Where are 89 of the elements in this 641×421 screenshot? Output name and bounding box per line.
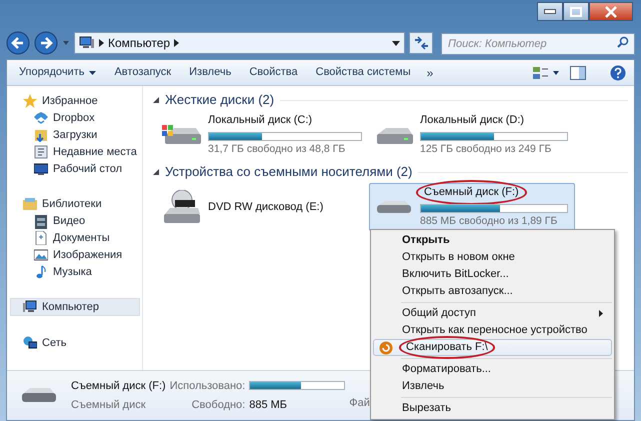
details-label: Использовано: — [170, 378, 246, 394]
sidebar-item[interactable]: Библиотеки — [10, 195, 140, 214]
details-type: Съемный диск — [71, 398, 147, 413]
monitor-icon — [34, 162, 48, 176]
view-options-icon[interactable] — [532, 66, 560, 80]
document-icon — [34, 145, 48, 160]
menu-item[interactable]: Извлечь — [373, 378, 612, 395]
sidebar-item[interactable]: Сеть — [10, 334, 140, 352]
sidebar-item[interactable]: Загрузки — [10, 126, 140, 144]
computer-icon — [23, 300, 37, 314]
menu-item[interactable]: Открыть в новом окне — [373, 249, 612, 266]
drive-name: Локальный диск (D:) — [420, 113, 526, 128]
sidebar-item[interactable]: Изображения — [10, 246, 140, 264]
menu-item[interactable]: Включить BitLocker... — [373, 266, 612, 283]
drive-tile[interactable]: DVD RW дисковод (E:) — [157, 183, 369, 231]
menu-item[interactable]: Вырезать — [373, 400, 612, 417]
more-button[interactable]: » — [420, 64, 440, 82]
search-field[interactable]: Поиск: Компьютер — [441, 33, 635, 55]
drive-space-text: 31,7 ГБ свободно из 48,8 ГБ — [208, 142, 346, 157]
film-icon — [34, 214, 48, 229]
collapse-triangle-icon[interactable] — [153, 169, 159, 175]
scan-icon — [379, 340, 393, 354]
search-icon — [617, 36, 629, 48]
toolbar-button[interactable]: Свойства — [241, 62, 306, 84]
drive-space-text: 125 ГБ свободно из 249 ГБ — [420, 142, 552, 157]
drive-tile[interactable]: Локальный диск (C:) 31,7 ГБ свободно из 48,8 ГБ — [157, 111, 369, 159]
toolbar-button[interactable]: Автозапуск — [106, 62, 180, 84]
drive-tile[interactable]: Съемный диск (F:) 885 МБ свободно из 1,89 ГБ — [369, 183, 575, 231]
menu-item[interactable]: Открыть автозапуск... — [373, 283, 612, 300]
sidebar-item[interactable]: Видео — [10, 213, 140, 230]
details-value: 885 МБ — [249, 398, 288, 413]
menu-item[interactable]: Форматировать... — [373, 361, 612, 378]
close-button[interactable] — [589, 2, 633, 21]
details-label: Свободно: — [190, 398, 246, 413]
menu-item[interactable]: Открыть как переносное устройство — [373, 322, 612, 339]
submenu-arrow-icon — [599, 310, 603, 317]
document-icon — [34, 231, 48, 246]
network-icon — [23, 336, 37, 350]
back-button[interactable] — [6, 31, 30, 55]
drive-space-text: 885 МБ свободно из 1,89 ГБ — [420, 214, 558, 229]
usb-drive-icon — [21, 388, 57, 403]
drive-name: Локальный диск (C:) — [208, 113, 314, 128]
sidebar-item[interactable]: Рабочий стол — [10, 160, 140, 178]
group-header[interactable]: Устройства со съемными носителями (2) — [165, 162, 412, 182]
sidebar-item[interactable]: Недавние места — [10, 144, 140, 161]
toolbar-button[interactable]: Свойства системы — [308, 62, 419, 84]
caret-icon — [89, 70, 96, 74]
maximize-button[interactable] — [563, 2, 589, 21]
collapse-triangle-icon[interactable] — [153, 97, 159, 103]
star-icon — [23, 94, 37, 108]
dropdown-icon[interactable] — [392, 40, 400, 46]
sidebar-item[interactable]: Dropbox — [10, 110, 140, 127]
sidebar-item[interactable]: Компьютер — [10, 298, 140, 316]
toolbar-button[interactable]: Извлечь — [181, 62, 240, 84]
sidebar-item[interactable]: Документы — [10, 230, 140, 247]
drive-tile[interactable]: Локальный диск (D:) 125 ГБ свободно из 249 ГБ — [369, 111, 575, 159]
close-icon — [605, 6, 617, 18]
maximize-icon — [570, 6, 582, 16]
chevron-icon — [174, 39, 180, 47]
drive-icon — [374, 125, 414, 145]
help-icon[interactable] — [610, 64, 626, 80]
details-name: Съемный диск (F:) — [71, 378, 166, 394]
preview-pane-icon[interactable] — [570, 66, 586, 80]
menu-item[interactable]: Открыть — [373, 232, 612, 249]
minimize-button[interactable] — [537, 2, 563, 21]
breadcrumb-item[interactable]: Компьютер — [108, 34, 170, 52]
sidebar-item[interactable]: Избранное — [10, 92, 140, 110]
forward-button[interactable] — [34, 31, 58, 55]
usb-drive-icon — [376, 200, 412, 214]
folder-icon — [23, 197, 37, 212]
address-bar[interactable]: Компьютер — [74, 32, 405, 54]
details-label: Фай — [349, 396, 370, 410]
chevron-icon — [99, 39, 104, 47]
menu-item[interactable]: Сканировать F:\ — [373, 339, 612, 356]
box-icon — [34, 111, 48, 126]
refresh-button[interactable] — [409, 32, 433, 54]
folder-icon — [34, 128, 48, 142]
minimize-icon — [544, 9, 556, 14]
toolbar-button[interactable]: Упорядочить — [11, 62, 104, 84]
group-header[interactable]: Жесткие диски (2) — [165, 90, 274, 110]
computer-icon — [79, 36, 95, 50]
music-note-icon — [34, 265, 48, 280]
drive-name: DVD RW дисковод (E:) — [208, 200, 324, 215]
sidebar-item[interactable]: Музыка — [10, 264, 140, 281]
menu-item[interactable]: Общий доступ — [373, 305, 612, 322]
picture-icon — [34, 248, 48, 262]
dvd-drive-icon — [162, 190, 202, 224]
history-dropdown-icon[interactable] — [62, 40, 70, 46]
drive-icon — [162, 125, 202, 145]
